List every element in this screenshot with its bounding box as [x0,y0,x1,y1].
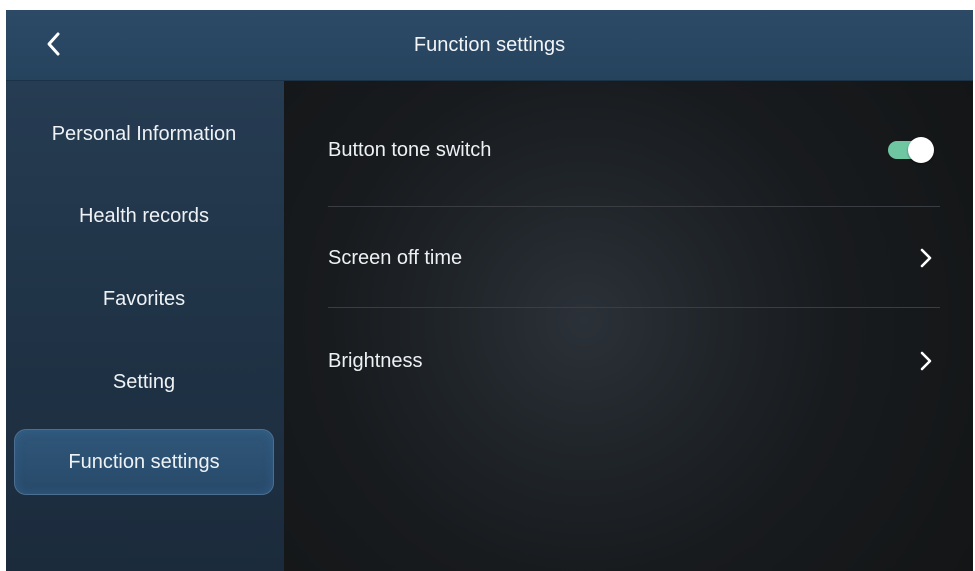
sidebar-item-setting[interactable]: Setting [14,349,274,415]
brightness-row[interactable]: Brightness [328,331,938,391]
sidebar-item-label: Setting [112,370,176,393]
screen-off-time-row[interactable]: Screen off time [328,228,938,288]
sidebar-item-favorites[interactable]: Favorites [14,266,274,332]
sidebar-item-function-settings[interactable]: Function settings [14,429,274,495]
sidebar-item-label: Personal Information [51,122,237,145]
divider [328,307,940,308]
sidebar-item-label: Function settings [68,450,220,473]
sidebar: Personal Information Health records Favo… [6,81,284,571]
sidebar-item-label: Favorites [102,287,186,310]
button-tone-row: Button tone switch [328,120,938,180]
toggle-knob [908,137,934,163]
settings-panel: Button tone switch Screen off time Brigh… [284,81,973,571]
button-tone-toggle[interactable] [888,137,934,163]
back-button[interactable] [34,24,74,64]
sidebar-item-personal-information[interactable]: Personal Information [14,101,274,167]
sidebar-item-label: Health records [78,204,210,227]
brightness-label: Brightness [328,349,423,372]
title-bar: Function settings [6,10,973,81]
button-tone-label: Button tone switch [328,138,492,161]
chevron-right-icon [916,349,936,373]
sidebar-item-health-records[interactable]: Health records [14,183,274,249]
chevron-right-icon [916,246,936,270]
chevron-left-icon [47,32,60,56]
page-title: Function settings [413,34,566,56]
divider [328,206,940,207]
device-screen: Function settings Personal Information H… [6,10,973,571]
screen-off-time-label: Screen off time [328,246,463,269]
